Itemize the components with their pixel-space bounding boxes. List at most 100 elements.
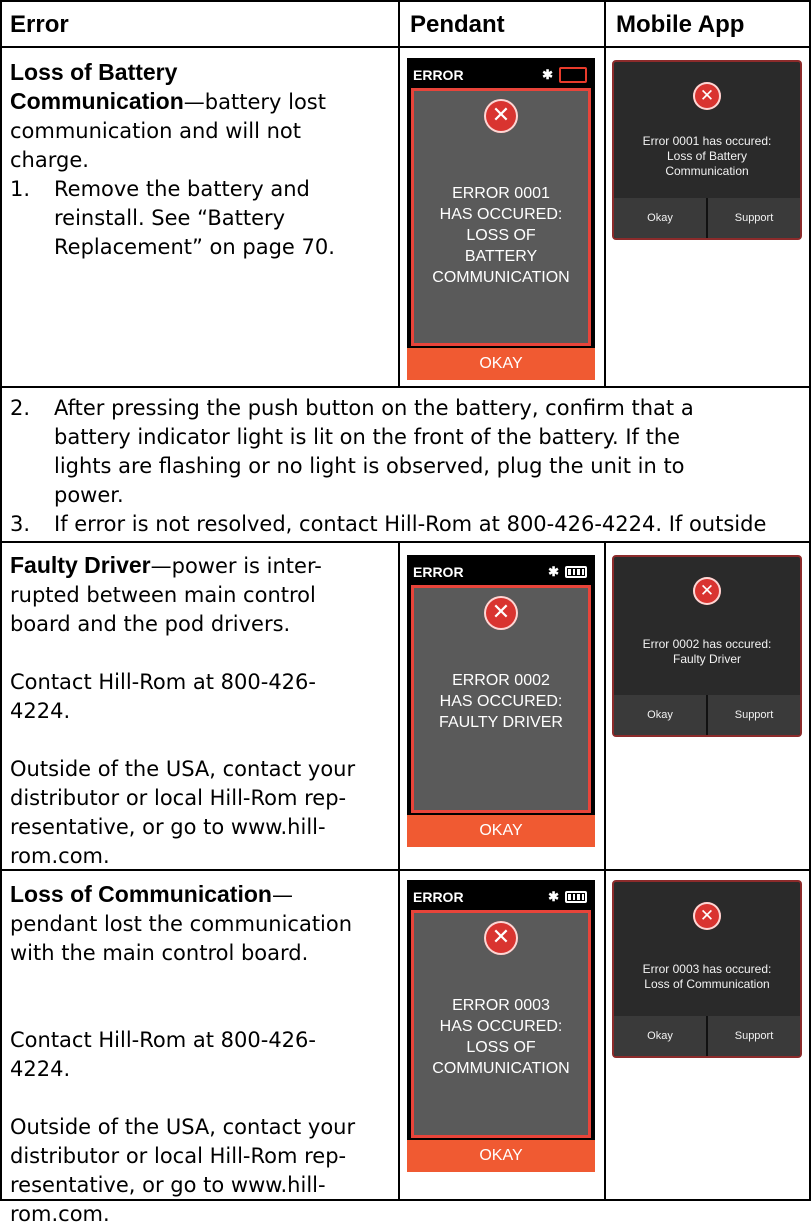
app-support-button[interactable]: Support [708, 695, 800, 735]
row3-text: Faulty Driver—power is inter- rupted bet… [10, 551, 394, 871]
app-line1: Error 0002 has occured: [642, 637, 772, 651]
row3-outside-l2: distributor or local Hill-Rom rep- [10, 786, 347, 810]
row2-step2-num: 2. [10, 396, 31, 420]
col-divider-1b [398, 543, 400, 1201]
row1-title-line2: Communication [10, 88, 184, 114]
pendant-header: ERROR [413, 67, 464, 83]
row3-app-dialog: ✕ Error 0002 has occured: Faulty Driver … [612, 555, 802, 737]
pendant-line3: LOSS OF [466, 227, 536, 244]
pendant-line2: HAS OCCURED: [439, 1018, 563, 1035]
row1-desc-part2: communication and will not [10, 119, 302, 143]
row2-step3-l1: If error is not resolved, contact Hill-R… [54, 512, 767, 536]
row2-step2-l4: power. [54, 483, 124, 507]
bluetooth-icon: ✱ [548, 564, 559, 579]
pendant-line1: ERROR 0002 [452, 672, 550, 689]
row1-pendant-screen: ERROR ✱ ✕ ERROR 0001 HAS OCCURED: LOSS O… [407, 58, 595, 380]
pendant-error-panel: ✕ ERROR 0003 HAS OCCURED: LOSS OF COMMUN… [411, 910, 591, 1138]
x-circle-icon: ✕ [693, 577, 721, 605]
pendant-line4: BATTERY [464, 248, 538, 265]
row4-outside-l2: distributor or local Hill-Rom rep- [10, 1144, 347, 1168]
pendant-header: ERROR [413, 889, 464, 905]
app-okay-button[interactable]: Okay [614, 1016, 706, 1056]
row2-step2-l1: After pressing the push button on the ba… [54, 396, 694, 420]
pendant-line2: HAS OCCURED: [439, 206, 563, 223]
row3-outside-l3: resentative, or go to www.hill- [10, 815, 326, 839]
app-support-button[interactable]: Support [708, 1016, 800, 1056]
app-buttons: Okay Support [614, 198, 800, 238]
row4-desc-l1: pendant lost the communication [10, 912, 353, 936]
app-okay-button[interactable]: Okay [614, 695, 706, 735]
app-buttons: Okay Support [614, 1016, 800, 1056]
pendant-status-bar: ERROR ✱ [413, 561, 587, 583]
pendant-line3: LOSS OF [466, 1039, 536, 1056]
table-border-top [0, 0, 811, 2]
pendant-line1: ERROR 0001 [452, 185, 550, 202]
row4-app-dialog: ✕ Error 0003 has occured: Loss of Commun… [612, 880, 802, 1058]
row-divider-2 [0, 541, 811, 543]
app-line2: Loss of Communication [644, 977, 770, 991]
bluetooth-icon: ✱ [548, 889, 559, 904]
pendant-okay-button[interactable]: OKAY [407, 1140, 595, 1172]
row1-step1-l3: Replacement” on page 70. [54, 235, 335, 259]
row1-title-line1: Loss of Battery [10, 59, 178, 85]
app-line2: Faulty Driver [672, 652, 741, 666]
row1-app-dialog: ✕ Error 0001 has occured: Loss of Batter… [612, 60, 802, 240]
row1-desc-part3: charge. [10, 148, 89, 172]
app-support-button[interactable]: Support [708, 198, 800, 238]
row3-desc-l2: rupted between main control [10, 583, 316, 607]
row4-outside-l3: resentative, or go to www.hill- [10, 1173, 326, 1197]
pendant-status-bar: ERROR ✱ [413, 886, 587, 908]
app-okay-button[interactable]: Okay [614, 198, 706, 238]
pendant-line5: COMMUNICATION [432, 269, 570, 286]
row3-contact-l2: 4224. [10, 699, 71, 723]
pendant-okay-button[interactable]: OKAY [407, 348, 595, 380]
pendant-line3: FAULTY DRIVER [439, 714, 563, 731]
row1-text: Loss of Battery Communication—battery lo… [10, 58, 390, 262]
row3-pendant-screen: ERROR ✱ ✕ ERROR 0002 HAS OCCURED: FAULTY… [407, 555, 595, 847]
row1-step1-num: 1. [10, 177, 31, 201]
row4-contact-l1: Contact Hill-Rom at 800-426- [10, 1028, 316, 1052]
row4-contact-l2: 4224. [10, 1057, 71, 1081]
header-error: Error [10, 11, 69, 38]
battery-full-icon [565, 891, 587, 903]
row1-step1-l2: reinstall. See “Battery [54, 206, 286, 230]
x-circle-icon: ✕ [693, 82, 721, 110]
pendant-line2: HAS OCCURED: [439, 693, 563, 710]
row4-desc-l2: with the main control board. [10, 941, 309, 965]
app-buttons: Okay Support [614, 695, 800, 735]
row4-title: Loss of Communication [10, 881, 272, 907]
row3-desc-l3: board and the pod drivers. [10, 612, 291, 636]
battery-full-icon [565, 566, 587, 578]
row1-desc-part1: —battery lost [183, 90, 326, 114]
row3-title: Faulty Driver [10, 552, 151, 578]
row3-outside-l1: Outside of the USA, contact your [10, 757, 356, 781]
pendant-error-panel: ✕ ERROR 0001 HAS OCCURED: LOSS OF BATTER… [411, 88, 591, 346]
row3-outside-l4: rom.com. [10, 844, 110, 868]
pendant-status-bar: ERROR ✱ [413, 64, 587, 86]
row-divider-1 [0, 386, 811, 388]
table-border-left [0, 0, 2, 1201]
row3-contact-l1: Contact Hill-Rom at 800-426- [10, 670, 316, 694]
pendant-okay-button[interactable]: OKAY [407, 815, 595, 847]
app-line2: Loss of Battery [666, 149, 748, 163]
x-circle-icon: ✕ [693, 902, 721, 930]
row4-desc-l0: — [271, 883, 293, 907]
bluetooth-icon: ✱ [542, 67, 553, 82]
pendant-error-panel: ✕ ERROR 0002 HAS OCCURED: FAULTY DRIVER [411, 585, 591, 813]
pendant-line4: COMMUNICATION [432, 1060, 570, 1077]
row4-pendant-screen: ERROR ✱ ✕ ERROR 0003 HAS OCCURED: LOSS O… [407, 880, 595, 1172]
app-line1: Error 0001 has occured: [642, 134, 772, 148]
pendant-header: ERROR [413, 564, 464, 580]
battery-empty-icon [559, 67, 587, 83]
header-pendant: Pendant [410, 11, 505, 38]
error-table: Error Pendant Mobile App Loss of Battery… [0, 0, 811, 1226]
row4-outside-l1: Outside of the USA, contact your [10, 1115, 356, 1139]
x-circle-icon: ✕ [484, 99, 518, 133]
row1-step1-l1: Remove the battery and [54, 177, 310, 201]
row2-step2-l2: battery indicator light is lit on the fr… [54, 425, 681, 449]
col-divider-2 [604, 0, 606, 388]
app-line3: Communication [665, 164, 749, 178]
pendant-line1: ERROR 0003 [452, 997, 550, 1014]
row4-outside-l4: rom.com. [10, 1202, 110, 1226]
x-circle-icon: ✕ [484, 596, 518, 630]
